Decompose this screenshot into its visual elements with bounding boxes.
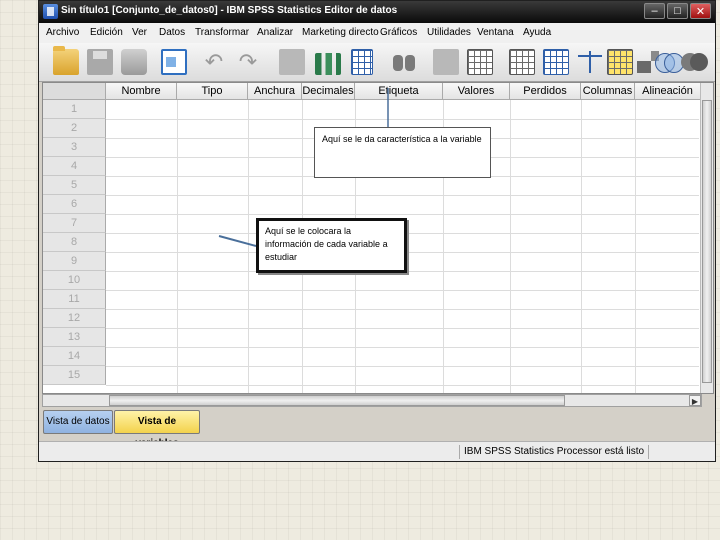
goto-variable-icon[interactable] (315, 53, 341, 75)
window-title: Sin título1 [Conjunto_de_datos0] - IBM S… (61, 5, 398, 16)
horizontal-scroll-thumb[interactable] (109, 395, 565, 406)
menu-edicion[interactable]: Edición (90, 27, 123, 38)
menu-utilidades[interactable]: Utilidades (427, 27, 471, 38)
annotation-etiqueta-note: Aquí se le da característica a la variab… (314, 127, 491, 178)
redo-icon[interactable]: ↷ (235, 49, 261, 75)
menu-ver[interactable]: Ver (132, 27, 147, 38)
row-divider (106, 328, 699, 329)
row-header[interactable]: 10 (43, 271, 106, 290)
row-header[interactable]: 3 (43, 138, 106, 157)
row-divider (106, 366, 699, 367)
tab-vista-de-datos[interactable]: Vista de datos (43, 410, 113, 434)
weight-cases-icon[interactable] (543, 49, 569, 75)
menu-bar: Archivo Edición Ver Datos Transformar An… (39, 23, 715, 44)
annotation-info-note: Aquí se le colocara la información de ca… (256, 218, 407, 273)
menu-archivo[interactable]: Archivo (46, 27, 79, 38)
spss-app-icon[interactable] (43, 4, 58, 19)
row-divider (106, 290, 699, 291)
save-icon[interactable] (87, 49, 113, 75)
column-divider (248, 100, 249, 393)
row-divider (106, 195, 699, 196)
row-header[interactable]: 1 (43, 100, 106, 119)
print-icon[interactable] (121, 49, 147, 75)
scroll-right-arrow-icon[interactable]: ▶ (689, 395, 701, 406)
find-icon[interactable] (391, 49, 417, 75)
column-divider (177, 100, 178, 393)
column-header-etiqueta[interactable]: Etiqueta (355, 83, 443, 100)
close-button[interactable]: ✕ (690, 3, 711, 19)
row-header[interactable]: 2 (43, 119, 106, 138)
menu-analizar[interactable]: Analizar (257, 27, 293, 38)
status-processor-ready: IBM SPSS Statistics Processor está listo (459, 445, 650, 459)
row-header[interactable]: 7 (43, 214, 106, 233)
row-header[interactable]: 14 (43, 347, 106, 366)
tab-vista-de-variables[interactable]: Vista de variables (114, 410, 200, 449)
menu-transformar[interactable]: Transformar (195, 27, 249, 38)
row-divider (106, 385, 699, 386)
value-labels-icon[interactable] (607, 49, 633, 75)
show-all-variables-icon[interactable] (655, 49, 684, 75)
grid-corner[interactable] (43, 83, 106, 100)
select-cases-icon[interactable] (577, 49, 603, 75)
column-header-decimales[interactable]: Decimales (302, 83, 355, 100)
vertical-scrollbar[interactable] (700, 83, 713, 393)
row-header[interactable]: 5 (43, 176, 106, 195)
row-header[interactable]: 4 (43, 157, 106, 176)
minimize-button[interactable]: – (644, 3, 665, 19)
row-divider (106, 309, 699, 310)
recall-dialog-icon[interactable] (161, 49, 187, 75)
row-header[interactable]: 8 (43, 233, 106, 252)
menu-ayuda[interactable]: Ayuda (523, 27, 551, 38)
menu-datos[interactable]: Datos (159, 27, 185, 38)
insert-variable-icon[interactable] (467, 49, 493, 75)
row-divider (106, 214, 699, 215)
toolbar: ↶ ↷ (39, 43, 715, 82)
column-divider (581, 100, 582, 393)
column-divider (635, 100, 636, 393)
menu-marketing-directo[interactable]: Marketing directo (302, 27, 379, 38)
status-bar: IBM SPSS Statistics Processor está listo (39, 441, 715, 461)
row-header[interactable]: 6 (43, 195, 106, 214)
row-header[interactable]: 11 (43, 290, 106, 309)
spell-check-icon[interactable] (681, 49, 708, 75)
column-header-tipo[interactable]: Tipo (177, 83, 248, 100)
horizontal-scrollbar[interactable]: ◀ ▶ (42, 394, 702, 407)
column-header-valores[interactable]: Valores (443, 83, 510, 100)
variables-icon[interactable] (351, 49, 373, 75)
open-folder-icon[interactable] (53, 46, 79, 75)
undo-icon[interactable]: ↶ (201, 49, 227, 75)
vertical-scroll-thumb[interactable] (702, 100, 712, 383)
column-divider (510, 100, 511, 393)
column-header-nombre[interactable]: Nombre (106, 83, 177, 100)
menu-ventana[interactable]: Ventana (477, 27, 514, 38)
menu-graficos[interactable]: Gráficos (380, 27, 417, 38)
window-controls: – □ ✕ (642, 3, 711, 20)
goto-case-icon[interactable] (279, 49, 305, 75)
maximize-button[interactable]: □ (667, 3, 688, 19)
column-header-alineacion[interactable]: Alineación (635, 83, 701, 100)
insert-cases-icon[interactable] (433, 49, 459, 75)
row-header[interactable]: 9 (43, 252, 106, 271)
column-header-perdidos[interactable]: Perdidos (510, 83, 581, 100)
column-header-anchura[interactable]: Anchura (248, 83, 302, 100)
title-bar: Sin título1 [Conjunto_de_datos0] - IBM S… (39, 1, 715, 23)
split-file-icon[interactable] (509, 49, 535, 75)
row-header[interactable]: 15 (43, 366, 106, 385)
row-header[interactable]: 13 (43, 328, 106, 347)
row-divider (106, 119, 699, 120)
view-tabs: Vista de datos Vista de variables (39, 407, 715, 449)
column-header-columnas[interactable]: Columnas (581, 83, 635, 100)
row-header[interactable]: 12 (43, 309, 106, 328)
row-divider (106, 347, 699, 348)
